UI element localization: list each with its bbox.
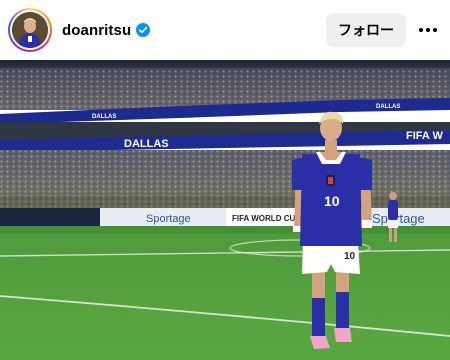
post-photo[interactable]: DALLAS DALLAS DALLAS FIFA W Sportage FIF… (0, 60, 450, 360)
shorts-number: 10 (344, 251, 356, 262)
story-ring[interactable] (8, 8, 52, 52)
jersey-number: 10 (324, 193, 340, 209)
verified-badge-icon (136, 23, 151, 37)
board-text: Sportage (372, 211, 425, 226)
ribbon-text: FIFA W (406, 130, 443, 142)
avatar-image (12, 12, 48, 48)
follow-button[interactable]: フォロー (326, 13, 406, 47)
post-header: doanritsu フォロー (0, 0, 450, 60)
avatar[interactable] (12, 12, 48, 48)
more-options-icon[interactable] (416, 18, 440, 42)
stadium-photo: DALLAS DALLAS DALLAS FIFA W Sportage FIF… (0, 60, 450, 360)
board-text: Sportage (146, 213, 191, 225)
board-text: FIFA WORLD CUP (232, 214, 301, 223)
ribbon-text: DALLAS (92, 114, 116, 120)
username[interactable]: doanritsu (62, 22, 131, 39)
avatar-border (10, 10, 50, 50)
ribbon-text: DALLAS (376, 104, 400, 110)
ribbon-text: DALLAS (124, 138, 169, 150)
